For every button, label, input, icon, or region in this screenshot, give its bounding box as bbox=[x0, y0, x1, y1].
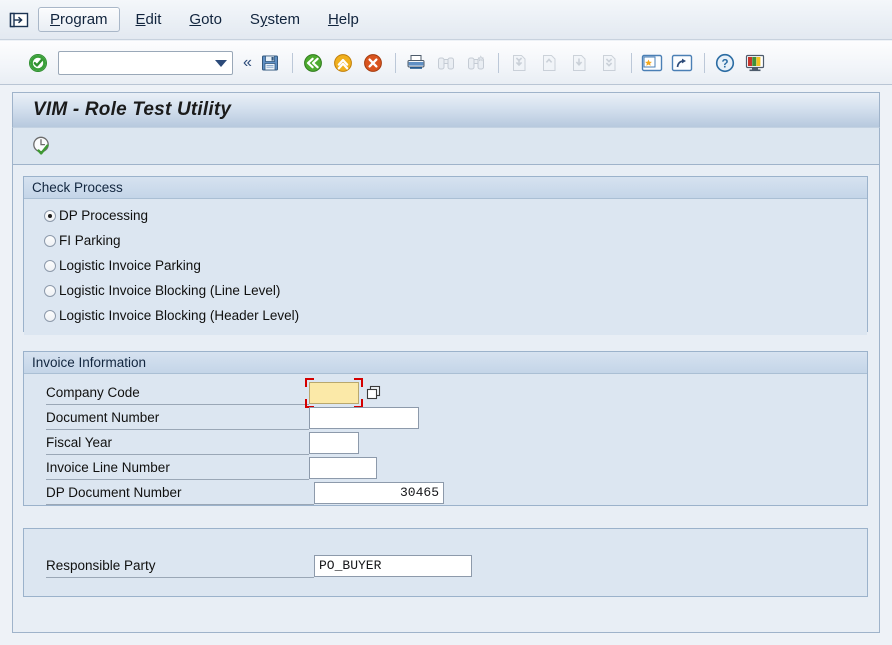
field-row-dp-document-number: DP Document Number bbox=[46, 480, 496, 505]
last-page-icon bbox=[595, 49, 623, 77]
sap-gui-window: Program Edit Goto System Help « ? VIM - … bbox=[0, 0, 892, 645]
save-floppy-icon[interactable] bbox=[256, 49, 284, 77]
label-document-number: Document Number bbox=[46, 406, 309, 430]
toolbar-separator bbox=[291, 52, 293, 73]
radio-fi-parking-marker[interactable] bbox=[44, 234, 56, 247]
label-responsible-party-text: Responsible Party bbox=[46, 558, 156, 573]
find-binoculars-icon bbox=[432, 49, 460, 77]
print-icon[interactable] bbox=[402, 49, 430, 77]
input-company-code[interactable] bbox=[309, 381, 359, 404]
clock-check-execute-icon[interactable] bbox=[27, 132, 57, 160]
label-dp-document-number-text: DP Document Number bbox=[46, 485, 182, 500]
label-invoice-line-number-text: Invoice Line Number bbox=[46, 460, 170, 475]
create-shortcut-icon[interactable] bbox=[668, 49, 696, 77]
field-row-responsible-party: Responsible Party bbox=[46, 553, 526, 578]
menu-item-program-label: rogram bbox=[60, 11, 108, 28]
field-row-company-code: Company Code bbox=[46, 377, 466, 408]
radio-dp-processing[interactable]: DP Processing bbox=[24, 203, 867, 228]
menu-item-edit[interactable]: Edit bbox=[124, 7, 174, 32]
group-invoice-information: Invoice Information Company Code Documen… bbox=[23, 351, 868, 506]
chevron-down-icon[interactable] bbox=[215, 59, 227, 67]
radio-logistic-invoice-parking[interactable]: Logistic Invoice Parking bbox=[24, 253, 867, 278]
toolbar-separator bbox=[703, 52, 705, 73]
group-check-process-body: DP Processing FI Parking Logistic Invoic… bbox=[24, 199, 867, 335]
input-dp-document-number[interactable] bbox=[314, 481, 444, 504]
previous-page-icon bbox=[535, 49, 563, 77]
standard-toolbar: « ? bbox=[0, 41, 892, 85]
command-field[interactable] bbox=[58, 50, 233, 75]
screen-canvas: Check Process DP Processing FI Parking L… bbox=[12, 165, 880, 633]
help-question-icon[interactable]: ? bbox=[711, 49, 739, 77]
back-green-arrow-icon[interactable] bbox=[299, 49, 327, 77]
screen-title-bar: VIM - Role Test Utility bbox=[12, 92, 880, 127]
label-company-code: Company Code bbox=[46, 381, 309, 405]
label-fiscal-year-text: Fiscal Year bbox=[46, 435, 113, 450]
radio-logistic-invoice-blocking-header[interactable]: Logistic Invoice Blocking (Header Level) bbox=[24, 303, 867, 328]
input-fiscal-year[interactable] bbox=[309, 431, 359, 454]
radio-logistic-invoice-blocking-header-label: Logistic Invoice Blocking (Header Level) bbox=[59, 308, 300, 323]
first-page-icon bbox=[505, 49, 533, 77]
menu-item-system[interactable]: System bbox=[238, 7, 312, 32]
radio-logistic-invoice-blocking-line[interactable]: Logistic Invoice Blocking (Line Level) bbox=[24, 278, 867, 303]
exit-yellow-arrow-icon[interactable] bbox=[329, 49, 357, 77]
radio-fi-parking-label: FI Parking bbox=[59, 233, 121, 248]
customize-layout-icon[interactable] bbox=[741, 49, 769, 77]
menu-item-help[interactable]: Help bbox=[316, 7, 371, 32]
field-row-document-number: Document Number bbox=[46, 405, 466, 430]
command-input[interactable] bbox=[62, 51, 214, 74]
cancel-red-x-icon[interactable] bbox=[359, 49, 387, 77]
create-session-icon[interactable] bbox=[638, 49, 666, 77]
menu-bar: Program Edit Goto System Help bbox=[0, 0, 892, 40]
group-invoice-information-title: Invoice Information bbox=[24, 352, 867, 374]
search-help-icon[interactable] bbox=[365, 383, 382, 402]
radio-logistic-invoice-parking-label: Logistic Invoice Parking bbox=[59, 258, 201, 273]
label-rule bbox=[46, 576, 314, 578]
radio-fi-parking[interactable]: FI Parking bbox=[24, 228, 867, 253]
input-responsible-party[interactable] bbox=[314, 554, 472, 577]
window-left-edge bbox=[0, 0, 11, 645]
label-company-code-text: Company Code bbox=[46, 385, 140, 400]
radio-logistic-invoice-parking-marker[interactable] bbox=[44, 259, 56, 272]
field-row-fiscal-year: Fiscal Year bbox=[46, 430, 466, 455]
radio-logistic-invoice-blocking-line-label: Logistic Invoice Blocking (Line Level) bbox=[59, 283, 281, 298]
label-rule bbox=[46, 503, 314, 505]
radio-logistic-invoice-blocking-header-marker[interactable] bbox=[44, 309, 56, 322]
group-responsible-party-body: Responsible Party bbox=[24, 529, 867, 596]
toolbar-separator bbox=[394, 52, 396, 73]
find-next-binoculars-icon bbox=[462, 49, 490, 77]
radio-dp-processing-marker[interactable] bbox=[44, 209, 56, 222]
menu-item-program[interactable]: Program bbox=[38, 7, 120, 32]
radio-logistic-invoice-blocking-line-marker[interactable] bbox=[44, 284, 56, 297]
application-toolbar bbox=[12, 127, 880, 165]
label-dp-document-number: DP Document Number bbox=[46, 481, 314, 505]
next-page-icon bbox=[565, 49, 593, 77]
label-fiscal-year: Fiscal Year bbox=[46, 431, 309, 455]
menu-item-goto[interactable]: Goto bbox=[177, 7, 234, 32]
menu-item-help-label: elp bbox=[338, 11, 359, 28]
double-chevron-left-icon[interactable]: « bbox=[239, 54, 256, 71]
radio-dp-processing-label: DP Processing bbox=[59, 208, 149, 223]
green-check-enter-icon[interactable] bbox=[24, 49, 52, 77]
group-check-process: Check Process DP Processing FI Parking L… bbox=[23, 176, 868, 335]
toolbar-separator bbox=[497, 52, 499, 73]
page-title: VIM - Role Test Utility bbox=[33, 99, 232, 120]
group-invoice-information-body: Company Code Document Number Fiscal Year… bbox=[24, 374, 867, 505]
label-invoice-line-number: Invoice Line Number bbox=[46, 456, 309, 480]
label-responsible-party: Responsible Party bbox=[46, 554, 314, 578]
group-check-process-title: Check Process bbox=[24, 177, 867, 199]
menu-item-goto-label: oto bbox=[201, 11, 222, 28]
svg-text:?: ? bbox=[721, 58, 728, 70]
label-document-number-text: Document Number bbox=[46, 410, 160, 425]
field-row-invoice-line-number: Invoice Line Number bbox=[46, 455, 466, 480]
group-responsible-party: Responsible Party bbox=[23, 528, 868, 597]
toolbar-separator bbox=[630, 52, 632, 73]
system-menu-icon[interactable] bbox=[8, 11, 30, 29]
input-invoice-line-number[interactable] bbox=[309, 456, 377, 479]
input-document-number[interactable] bbox=[309, 406, 419, 429]
menu-item-edit-label: dit bbox=[145, 11, 162, 28]
menu-item-system-label: stem bbox=[267, 11, 300, 28]
